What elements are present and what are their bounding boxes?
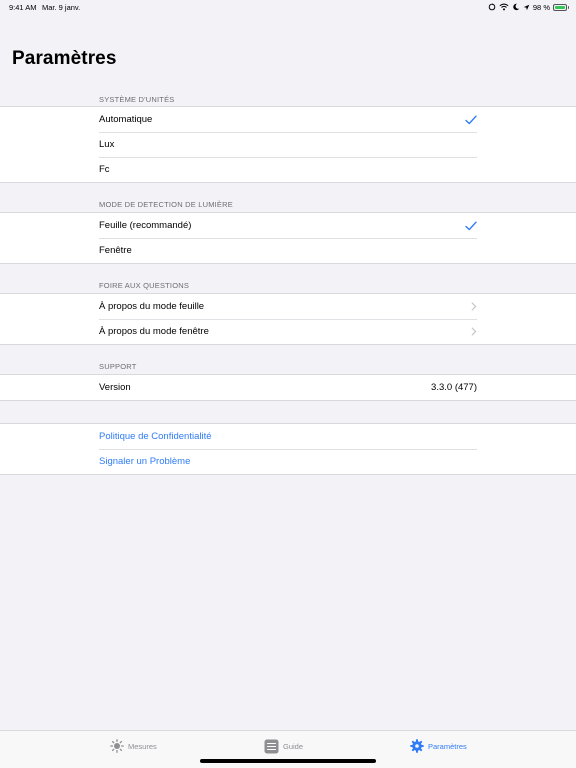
tab-label: Mesures [128,741,157,751]
report-problem-link[interactable]: Signaler un Problème [0,449,576,474]
wifi-icon [499,3,509,11]
checkmark-icon [465,221,477,230]
support-group: Version 3.3.0 (477) [0,374,576,401]
battery-percent: 98 % [532,2,550,12]
chevron-right-icon [471,302,477,311]
battery-icon [553,3,569,11]
status-bar: 9:41 AM Mar. 9 janv. 98 % [0,0,576,14]
version-row: Version 3.3.0 (477) [0,375,576,400]
page-title: Paramètres [12,48,117,69]
home-indicator [200,759,376,763]
faq-group: À propos du mode feuille À propos du mod… [0,293,576,345]
units-option-fc[interactable]: Fc [0,157,576,182]
faq-label: À propos du mode feuille [99,301,205,312]
guide-icon [264,739,279,753]
option-label: Fenêtre [99,245,132,256]
status-date: Mar. 9 janv. [42,3,81,12]
section-header-support: SUPPORT [99,362,137,371]
detection-option-feuille[interactable]: Feuille (recommandé) [0,213,576,238]
option-label: Feuille (recommandé) [99,220,192,231]
section-header-faq: FOIRE AUX QUESTIONS [99,281,190,290]
tab-mesures[interactable]: Mesures [110,738,157,754]
version-value: 3.3.0 (477) [431,382,477,393]
tab-parametres[interactable]: Paramètres [410,738,467,754]
tab-guide[interactable]: Guide [264,738,303,754]
tab-label: Paramètres [428,741,467,751]
battery-level [555,5,565,9]
moon-icon [513,3,520,11]
version-label: Version [99,382,131,393]
option-label: Automatique [99,114,153,125]
detection-group: Feuille (recommandé) Fenêtre [0,212,576,264]
units-group: Automatique Lux Fc [0,106,576,183]
checkmark-icon [465,115,477,124]
chevron-right-icon [471,327,477,336]
section-header-units: SYSTÈME D'UNITÉS [99,95,175,104]
faq-label: À propos du mode fenêtre [99,326,209,337]
option-label: Lux [99,139,115,150]
section-header-detection: MODE DE DETECTION DE LUMIÈRE [99,200,233,209]
tab-label: Guide [283,741,304,751]
faq-item-mode-feuille[interactable]: À propos du mode feuille [0,294,576,319]
sun-icon [110,739,124,753]
status-indicators: 98 % [488,2,569,12]
gear-icon [410,739,424,753]
units-option-lux[interactable]: Lux [0,132,576,157]
link-label: Signaler un Problème [99,456,191,467]
faq-item-mode-fenetre[interactable]: À propos du mode fenêtre [0,319,576,344]
detection-option-fenetre[interactable]: Fenêtre [0,238,576,263]
rotation-lock-icon [488,3,496,11]
privacy-policy-link[interactable]: Politique de Confidentialité [0,424,576,449]
link-label: Politique de Confidentialité [99,431,212,442]
status-time: 9:41 AM [9,3,37,12]
location-icon [523,4,530,10]
links-group: Politique de Confidentialité Signaler un… [0,423,576,475]
option-label: Fc [99,164,110,175]
units-option-automatique[interactable]: Automatique [0,107,576,132]
